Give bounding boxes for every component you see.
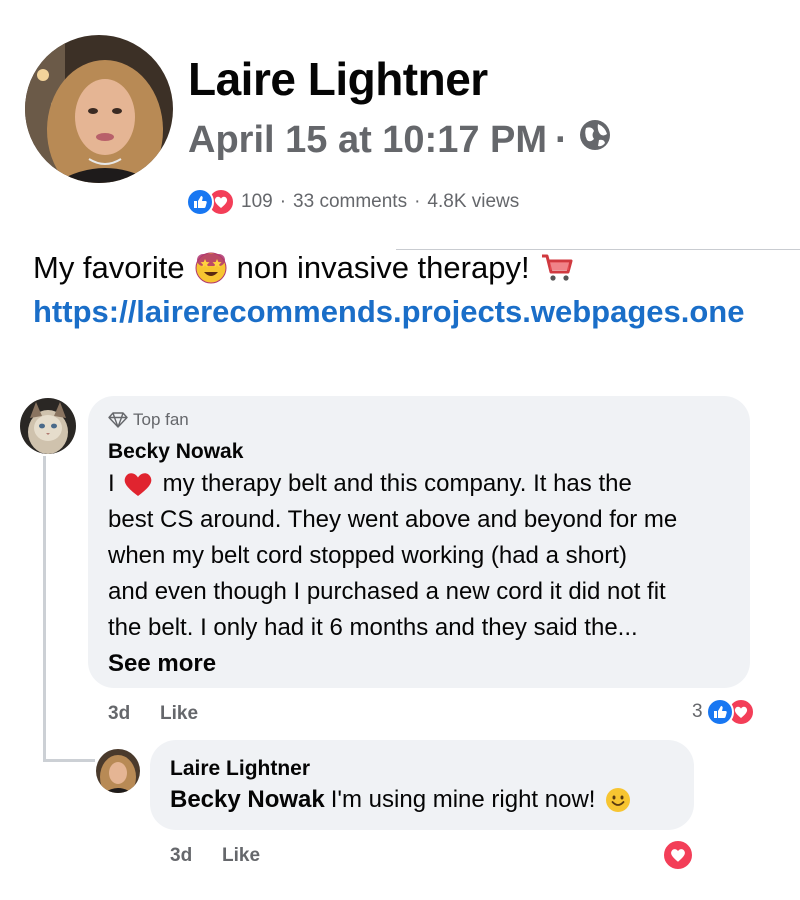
comment-line: when my belt cord stopped working (had a… (108, 542, 627, 569)
reply-author[interactable]: Laire Lightner (170, 757, 310, 781)
red-heart-emoji-icon (123, 471, 153, 497)
reply-text: Becky Nowak I'm using mine right now! (170, 786, 631, 814)
love-reaction-icon (662, 839, 694, 871)
reply-age[interactable]: 3d (170, 845, 192, 867)
commenter-avatar[interactable] (20, 398, 76, 454)
meta-separator: · (555, 118, 568, 161)
comment-reactions[interactable]: 3 (692, 698, 755, 726)
comment-text-part: I (108, 470, 115, 497)
comment-text-part: my therapy belt and this company. It has… (162, 470, 632, 497)
comment-reaction-count: 3 (692, 701, 703, 722)
comment-like-button[interactable]: Like (160, 703, 198, 725)
comment-line: I my therapy belt and this company. It h… (108, 466, 740, 502)
comment-text: I my therapy belt and this company. It h… (108, 466, 740, 682)
reply-mention[interactable]: Becky Nowak (170, 786, 325, 814)
post-text-part: My favorite (33, 250, 185, 285)
top-fan-label: Top fan (133, 410, 189, 429)
reply-author-avatar[interactable] (96, 749, 140, 793)
stats-separator: · (279, 191, 287, 212)
comment-author[interactable]: Becky Nowak (108, 440, 243, 464)
like-reaction-icon (705, 698, 734, 726)
reply-bubble (150, 740, 694, 830)
top-fan-badge: Top fan (108, 410, 189, 430)
thread-line (43, 456, 46, 762)
comment-line: the belt. I only had it 6 months and the… (108, 614, 638, 641)
reply-text-body: I'm using mine right now! (330, 786, 596, 813)
thread-line (43, 759, 95, 762)
comment-line: best CS around. They went above and beyo… (108, 506, 678, 533)
post-stats: 109 · 33 comments · 4.8K views (186, 188, 519, 216)
post-author-avatar[interactable] (25, 35, 173, 183)
see-more-link[interactable]: See more (108, 646, 740, 682)
views-count: 4.8K views (427, 191, 520, 212)
comments-count[interactable]: 33 comments (293, 191, 407, 213)
stats-separator: · (414, 191, 421, 212)
post-text: My favorite non invasive therapy! (33, 250, 574, 286)
post-link[interactable]: https://lairerecommends.projects.webpage… (33, 294, 744, 330)
shopping-cart-icon (540, 253, 574, 283)
like-reaction-icon[interactable] (186, 188, 214, 216)
comment-line: and even though I purchased a new cord i… (108, 578, 666, 605)
post-meta: April 15 at 10:17 PM · (188, 118, 612, 162)
reactions-count[interactable]: 109 (241, 191, 273, 213)
comment-age[interactable]: 3d (108, 703, 130, 725)
star-struck-emoji-icon (195, 252, 227, 284)
post-timestamp[interactable]: April 15 at 10:17 PM (188, 119, 547, 162)
globe-icon (578, 118, 612, 162)
post-author-name[interactable]: Laire Lightner (188, 52, 488, 106)
reply-like-button[interactable]: Like (222, 845, 260, 867)
smiling-face-emoji-icon (605, 787, 631, 813)
post-text-part: non invasive therapy! (236, 250, 530, 285)
diamond-icon (108, 412, 128, 428)
reply-reactions[interactable] (662, 839, 694, 871)
